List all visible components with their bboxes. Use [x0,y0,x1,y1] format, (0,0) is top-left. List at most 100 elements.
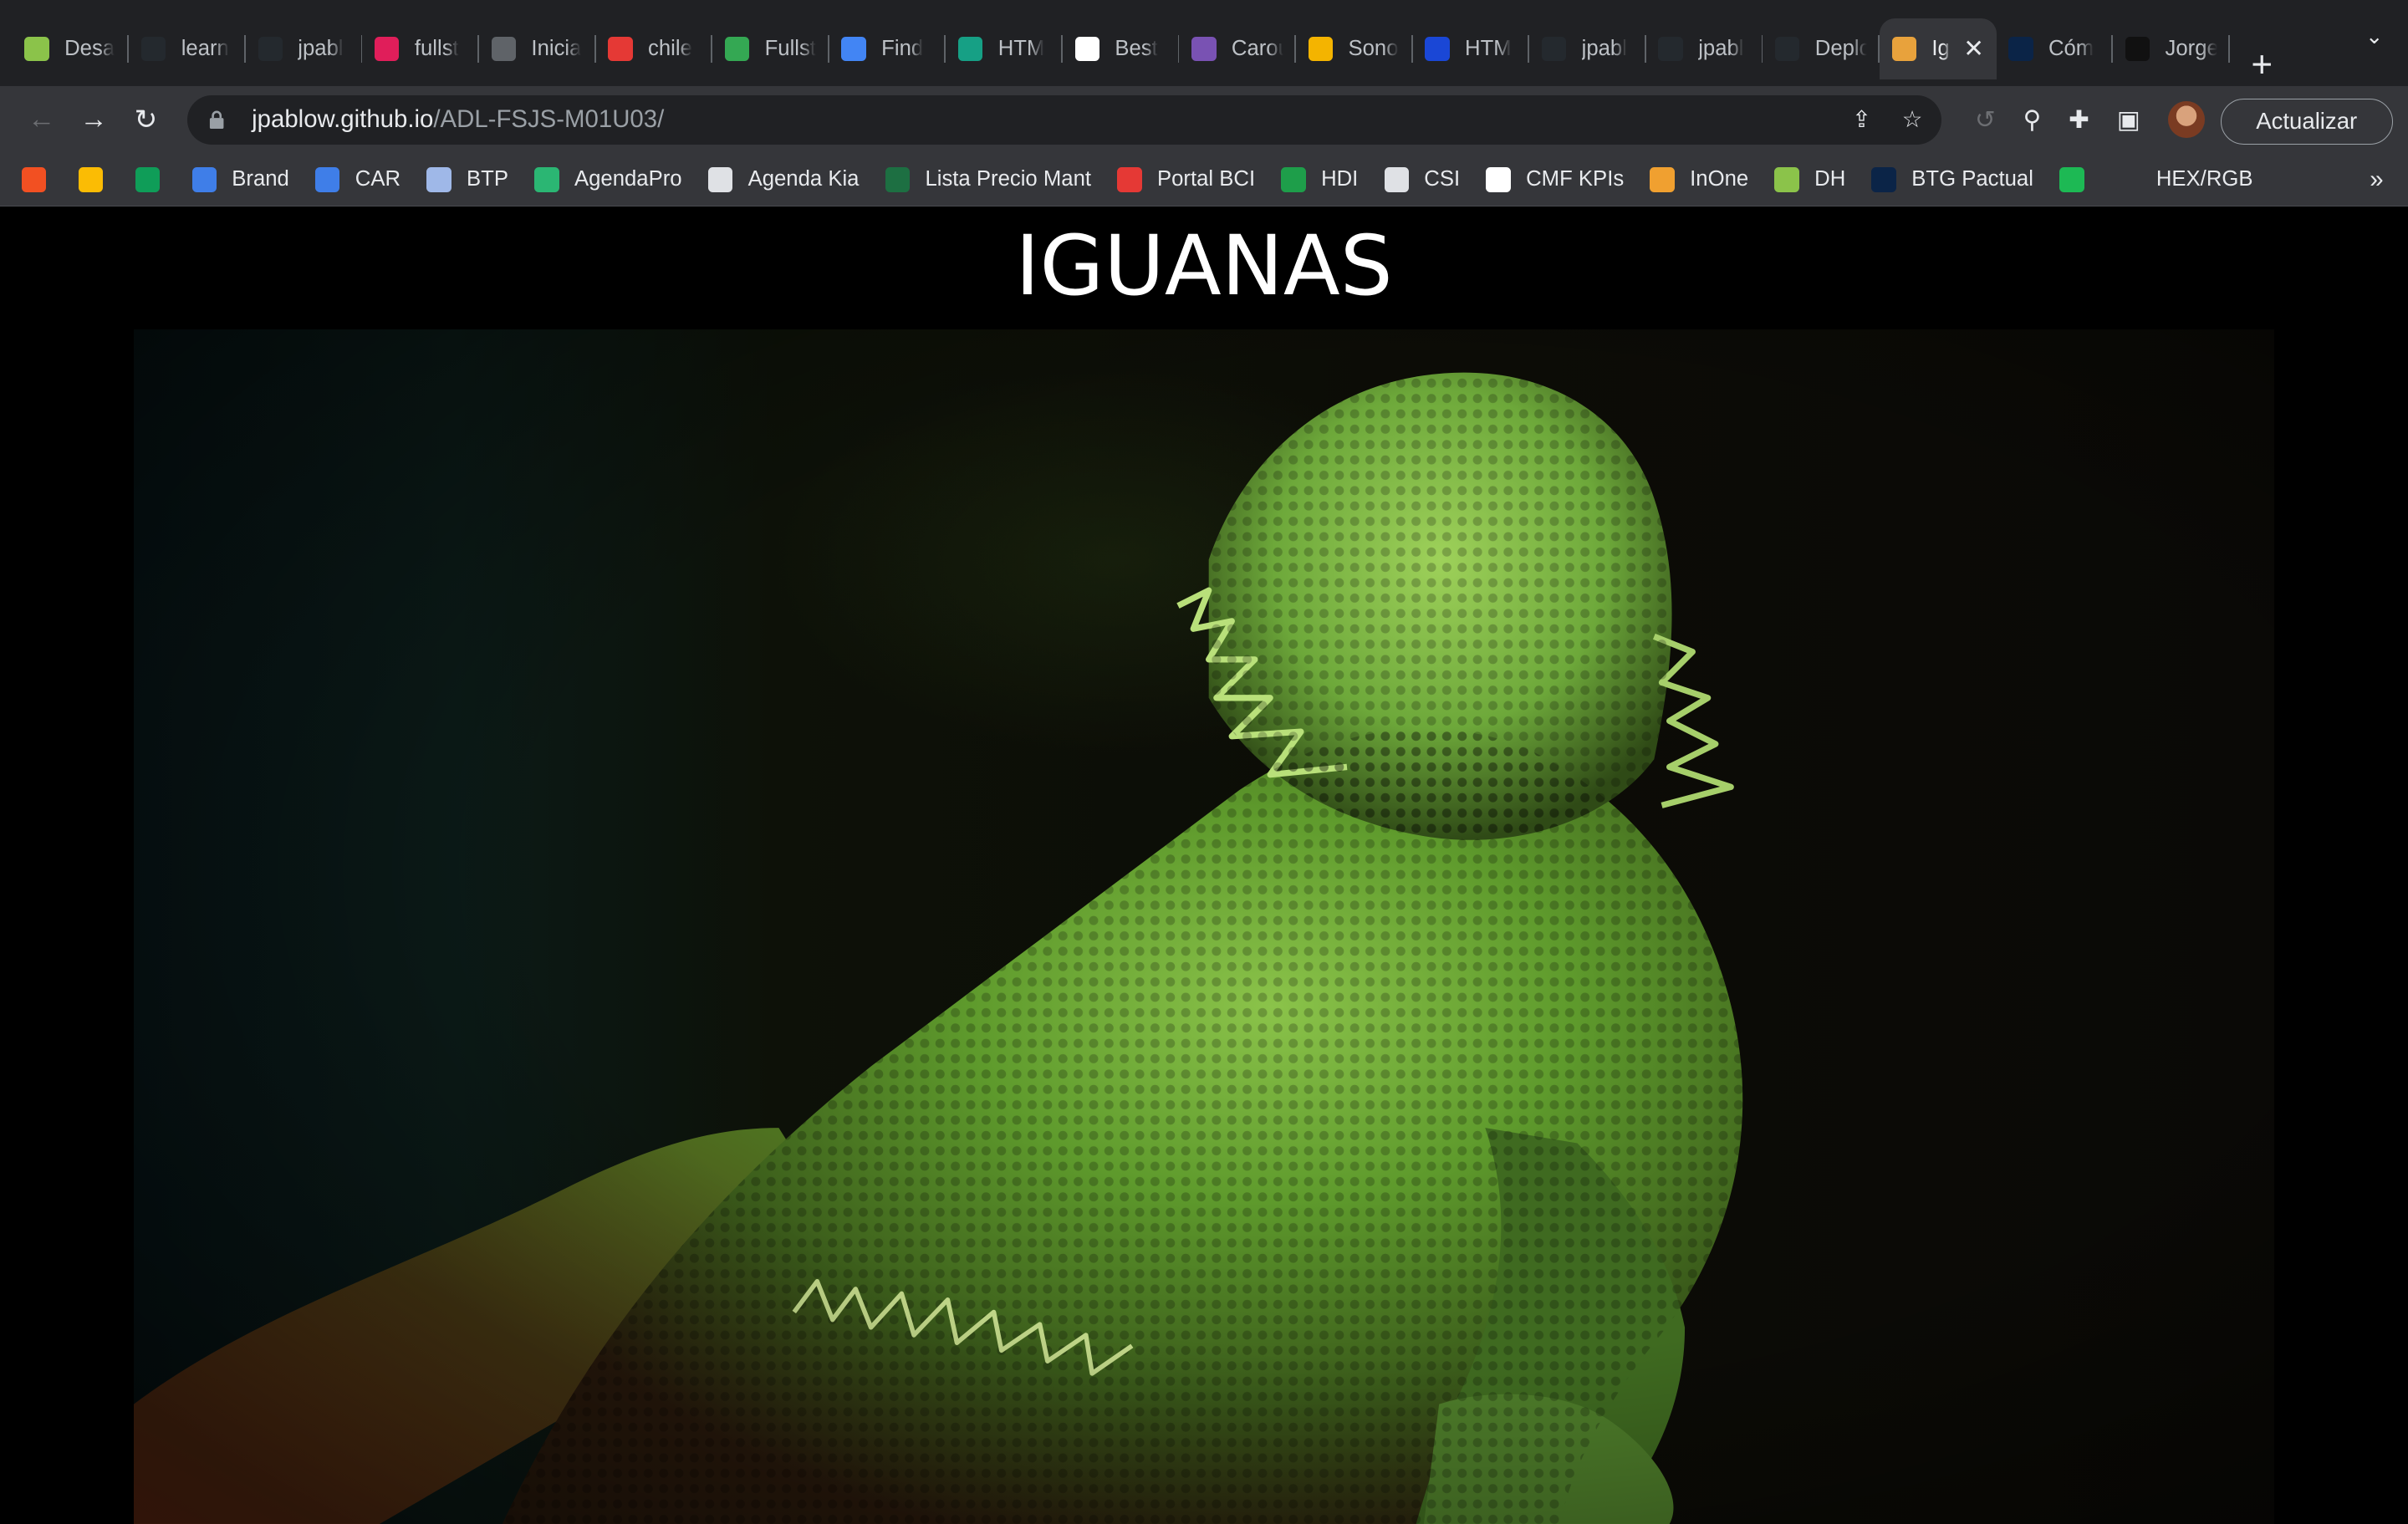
bookmark-item[interactable]: CSI [1384,167,1460,192]
tab-label: jpabl [1698,37,1744,61]
bookmark-item[interactable]: BTP [426,167,508,192]
bookmark-item[interactable] [135,167,166,192]
bookmark-favicon-icon [1486,167,1511,192]
more-bookmarks-icon[interactable]: » [2370,166,2383,194]
globe-icon [491,37,517,62]
browser-tab[interactable]: Ig ✕ [1879,18,1997,80]
bookmarks-bar: Brand CAR BTP AgendaPro Agenda Kia Lista Prec… [0,153,2408,207]
github-icon [1541,37,1567,62]
slack-icon [375,37,400,62]
jr-logo-icon [2125,37,2150,62]
bookmark-favicon-icon [1384,167,1409,192]
iguana-illustration [133,329,2275,1524]
side-panel-icon[interactable]: ▣ [2117,105,2140,135]
reload-icon[interactable]: ↻ [120,103,171,136]
bookmark-label: CAR [355,167,401,191]
bookmark-label: CMF KPIs [1526,167,1625,191]
address-bar[interactable]: jpablow.github.io/ADL-FSJS-M01U03/ ⇪ ☆ [187,94,1941,145]
bookmark-item[interactable] [78,167,110,192]
tab-label: Carou [1231,37,1283,61]
browser-tab[interactable]: Deplo [1763,18,1880,79]
bookmark-item[interactable]: Lista Precio Mant [885,167,1092,192]
new-tab-icon[interactable]: + [2251,44,2273,86]
url-text[interactable]: jpablow.github.io/ADL-FSJS-M01U03/ [252,105,664,134]
tab-label: learn [181,37,229,61]
tab-label: Fullst [764,37,816,61]
bookmark-item[interactable]: AgendaPro [534,167,682,192]
bookmark-label: Portal BCI [1156,167,1256,191]
url-host: jpablow.github.io [252,105,434,134]
bookmark-item[interactable]: Brand [191,167,289,192]
history-icon[interactable]: ↺ [1975,105,1996,135]
bookmark-item[interactable]: CMF KPIs [1486,167,1625,192]
browser-tab[interactable]: Find [829,18,946,79]
browser-tab[interactable]: Best [1063,18,1180,79]
browser-toolbar: ← → ↻ jpablow.github.io/ADL-FSJS-M01U03/… [0,85,2408,154]
browser-tab[interactable]: chile [596,18,713,79]
browser-tab[interactable]: learn [129,18,246,79]
browser-tab[interactable]: Carou [1179,18,1297,79]
bookmark-favicon-icon [534,167,559,192]
bookmark-item[interactable]: Agenda Kia [707,167,859,192]
tab-strip: Desa learn jpabl fullst Inicia chile Fullst Fin… [0,0,2408,86]
tab-label: fullst [414,37,459,61]
bookmark-item[interactable] [21,167,53,192]
browser-tab[interactable]: jpabl [1529,18,1646,79]
tab-label: Jorge [2165,37,2217,61]
bookmark-favicon-icon [885,167,911,192]
bookmark-favicon-icon [21,167,47,192]
bookmark-star-icon[interactable]: ☆ [1902,106,1923,133]
bookmark-item[interactable]: HDI [1281,167,1358,192]
browser-tab[interactable]: jpabl [1646,18,1763,79]
forward-arrow-icon[interactable]: → [68,104,120,135]
tab-list: Desa learn jpabl fullst Inicia chile Fullst Fin… [0,0,2230,86]
url-path: /ADL-FSJS-M01U03/ [433,105,665,134]
browser-tab[interactable]: jpabl [246,18,363,79]
flag-icon [841,37,866,62]
github-icon [1658,37,1683,62]
lizard-icon [1891,37,1916,62]
browser-tab[interactable]: Sono [1296,18,1413,79]
bookmark-item[interactable]: InOne [1650,167,1749,192]
tab-label: Deplo [1814,37,1868,61]
tab-search-chevron-icon[interactable]: ⌄ [2365,24,2384,49]
bookmark-label: Lista Precio Mant [925,167,1092,191]
bookmark-item[interactable] [2059,167,2090,192]
browser-tab[interactable]: Desa [13,18,130,79]
profile-avatar[interactable] [2167,101,2205,139]
page-content: IGUANAS [0,206,2408,1524]
bookmark-label: InOne [1690,167,1749,191]
tab-label: Inicia [531,37,582,61]
browser-tab[interactable]: HTM [1413,18,1530,79]
tab-label: Best [1115,37,1158,61]
close-tab-icon[interactable]: ✕ [1963,34,1984,64]
bookmark-favicon-icon [1281,167,1306,192]
tab-label: HTM [1465,37,1512,61]
bookmark-favicon-icon [2059,167,2084,192]
browser-tab[interactable]: Inicia [479,18,596,79]
bookmark-favicon-icon [1774,167,1799,192]
bookmark-item[interactable]: BTG Pactual [1871,167,2033,192]
lock-icon[interactable] [209,110,224,130]
tab-label: Desa [64,37,115,61]
share-icon[interactable]: ⇪ [1852,106,1871,133]
browser-tab[interactable]: Cóm [1997,18,2114,79]
browser-tab[interactable]: HTM [946,18,1063,79]
update-button[interactable]: Actualizar [2220,98,2393,145]
back-arrow-icon[interactable]: ← [15,104,67,135]
tab-label: HTM [997,37,1045,61]
bookmark-item[interactable]: CAR [315,167,401,192]
browser-tab[interactable]: Fullst [712,18,829,79]
bookmark-item[interactable]: HEX/RGB [2116,167,2253,192]
browser-tab[interactable]: Jorge [2113,18,2230,79]
cb-logo-icon [1074,37,1099,62]
bookmark-item[interactable]: Portal BCI [1117,167,1256,192]
bookmark-item[interactable]: DH [1774,167,1845,192]
browser-tab[interactable]: fullst [362,18,479,79]
extension-search-icon[interactable]: ⚲ [2023,105,2042,135]
update-button-label: Actualizar [2256,108,2358,135]
puzzle-extensions-icon[interactable]: ✚ [2069,105,2089,135]
github-icon [258,37,283,62]
braces-icon [24,37,49,62]
bookmark-favicon-icon [1650,167,1675,192]
